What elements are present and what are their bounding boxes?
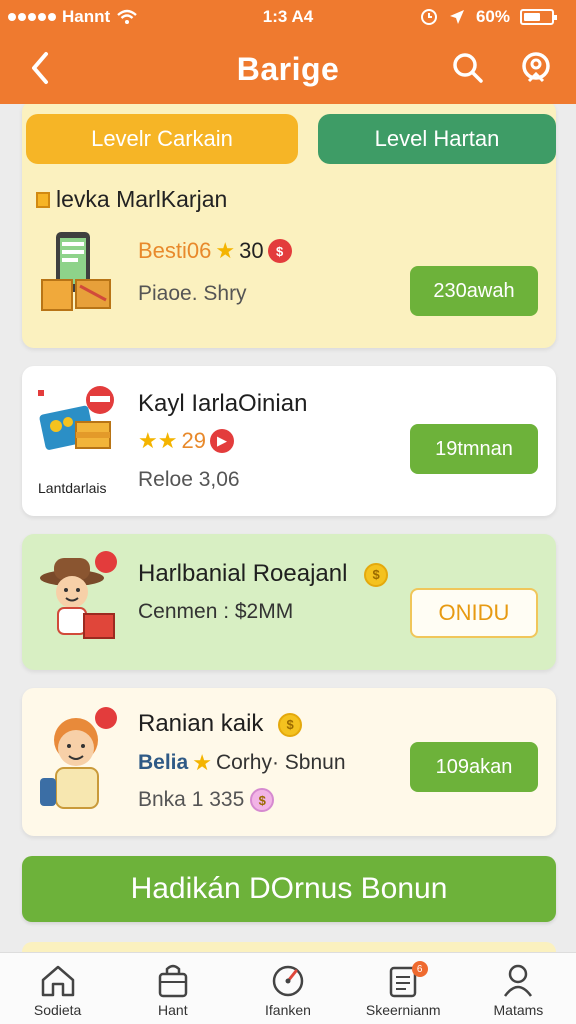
coin-icon: $ [364,562,389,587]
item-card: Harlbanial Roeajanl $ Cenmen : $2MM ONID… [22,534,556,670]
phone-boxes-illustration [40,228,120,325]
image-caption: Lantdarlais [38,480,107,496]
coin-icon: $ [250,788,275,812]
nav-label: Matams [493,1002,544,1018]
item-subtitle: Bnka 1 335 [138,788,245,811]
tab-label: Level Hartan [374,126,500,151]
bag-icon [158,964,188,998]
bonus-button[interactable]: Hadikán DOrnus Bonun [22,856,556,922]
battery-percent: 60% [475,7,510,26]
item-name: Kayl IarlaOinian [138,390,308,417]
price-value: 30 [239,238,264,263]
button-label: 109akan [435,755,513,778]
item-card: Lantdarlais Kayl IarlaOinian ★★ 29 ▶ Rel… [22,366,556,516]
item-name-row: Harlbanial Roeajanl $ [138,560,389,588]
tab-level-carkain[interactable]: Levelr Carkain [26,114,298,164]
nav-label: Ifanken [265,1002,311,1018]
nav-item-hant[interactable]: Hant [115,953,230,1024]
gauge-icon [272,965,304,997]
alarm-icon [420,9,437,25]
profile-icon [522,52,550,83]
tab-label: Levelr Carkain [91,126,233,151]
item-action-button[interactable]: ONIDU [410,588,538,638]
carrier: Hannt [8,7,138,27]
battery-level [524,13,540,21]
meta-brand: Belia [138,751,189,774]
search-icon [453,53,483,83]
button-label: 230awah [433,279,515,302]
chevron-left-icon [32,52,48,84]
bottom-nav: Sodieta Hant Ifanken 6 Skeernianm Matams [0,952,576,1024]
character-illustration [36,704,126,823]
rating-row: ★★ 29 ▶ [138,428,234,454]
nav-item-matams[interactable]: Matams [461,953,576,1024]
price-row: Besti06 ★ 30 $ [138,238,292,264]
star-icon: ★ [192,750,212,775]
item-name: Ranian kaik [138,710,264,737]
section-marker-icon [36,191,50,208]
profile-button[interactable] [515,48,557,88]
cash-box-illustration [36,382,126,477]
coin-badge-icon: $ [267,239,292,263]
status-bar: Hannt 1:3 A4 60% [0,0,576,34]
nav-label: Sodieta [33,1002,82,1018]
meta-row: Belia ★ Corhy· Sbnun [138,750,346,776]
coin-badge-icon: ▶ [209,429,234,453]
item-action-button[interactable]: 109akan [410,742,538,792]
wifi-icon [117,9,137,24]
location-icon [449,10,464,24]
nav-label: Hant [158,1002,188,1018]
star-icon: ★ [215,238,236,263]
page-title: Barige [236,50,340,87]
nav-item-skeernianm[interactable]: 6 Skeernianm [346,953,461,1024]
price-label: Besti06 [138,238,212,263]
item-action-button[interactable]: 19tmnan [410,424,538,474]
item-subtitle: Piaoe. Shry [138,282,247,305]
item-subtitle: Reloe 3,06 [138,468,240,491]
home-icon [41,965,74,997]
battery-icon [520,9,557,25]
status-right: 60% [420,7,557,27]
carrier-name: Hannt [62,7,111,26]
nav-label: Skeernianm [365,1002,441,1018]
item-name: Harlbanial Roeajanl [138,560,348,587]
nav-item-sodieta[interactable]: Sodieta [0,953,115,1024]
nav-item-ifanken[interactable]: Ifanken [230,953,345,1024]
subtitle-row: Bnka 1 335 $ [138,788,275,812]
app-header: Barige [0,34,576,104]
notification-badge: 6 [411,961,428,977]
meta-text: Corhy· Sbnun [215,751,346,774]
content-area[interactable]: Levelr Carkain Level Hartan levka MarlKa… [0,104,576,952]
bonus-button-label: Hadikán DOrnus Bonun [130,872,448,905]
rating-value: 29 [181,428,206,453]
character-hat-illustration [36,548,126,653]
star-icon: ★★ [138,428,178,453]
back-button[interactable] [20,48,60,88]
person-icon [504,964,533,997]
next-card-peek [22,942,556,952]
section-title-text: levka MarlKarjan [56,186,228,212]
button-label: 19tmnan [435,437,513,460]
tab-level-hartan[interactable]: Level Hartan [318,114,556,164]
search-button[interactable] [448,48,488,88]
item-subtitle: Cenmen : $2MM [138,600,294,623]
item-action-button[interactable]: 230awah [410,266,538,316]
button-label: ONIDU [438,600,510,625]
item-card: Ranian kaik $ Belia ★ Corhy· Sbnun Bnka … [22,688,556,836]
section-title: levka MarlKarjan [36,186,227,213]
coin-icon: $ [278,712,303,737]
signal-icon [8,13,56,21]
level-card: Levelr Carkain Level Hartan levka MarlKa… [22,104,556,348]
item-name-row: Ranian kaik $ [138,710,303,738]
